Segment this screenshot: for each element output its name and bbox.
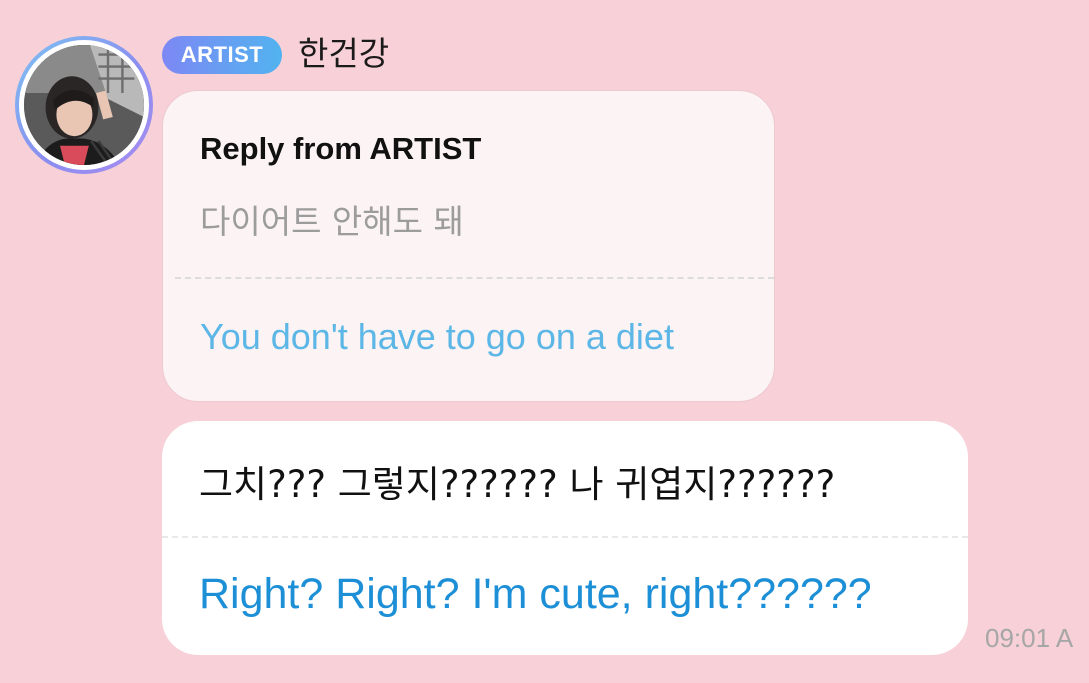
profile-photo-icon xyxy=(24,45,144,165)
message-timestamp: 09:01 A xyxy=(985,623,1074,653)
message-bubble[interactable]: 그치??? 그렇지?????? 나 귀엽지?????? Right? Right… xyxy=(162,421,968,655)
reply-divider xyxy=(175,277,774,279)
artist-badge: ARTIST xyxy=(162,36,282,74)
reply-translation-text: You don't have to go on a diet xyxy=(200,316,674,357)
reply-original-text: 다이어트 안해도 돼 xyxy=(200,202,464,241)
timestamp-container: 09:01 A xyxy=(985,620,1089,660)
artist-name[interactable]: 한건강 xyxy=(298,32,389,76)
reply-card[interactable]: Reply from ARTIST 다이어트 안해도 돼 You don't h… xyxy=(162,90,775,402)
artist-avatar[interactable] xyxy=(15,36,153,174)
reply-heading: Reply from ARTIST xyxy=(200,131,482,166)
message-original-text: 그치??? 그렇지?????? 나 귀엽지?????? xyxy=(199,463,836,506)
message-divider xyxy=(162,536,968,538)
avatar-photo xyxy=(19,40,149,170)
message-translation-text: Right? Right? I'm cute, right?????? xyxy=(199,570,872,618)
